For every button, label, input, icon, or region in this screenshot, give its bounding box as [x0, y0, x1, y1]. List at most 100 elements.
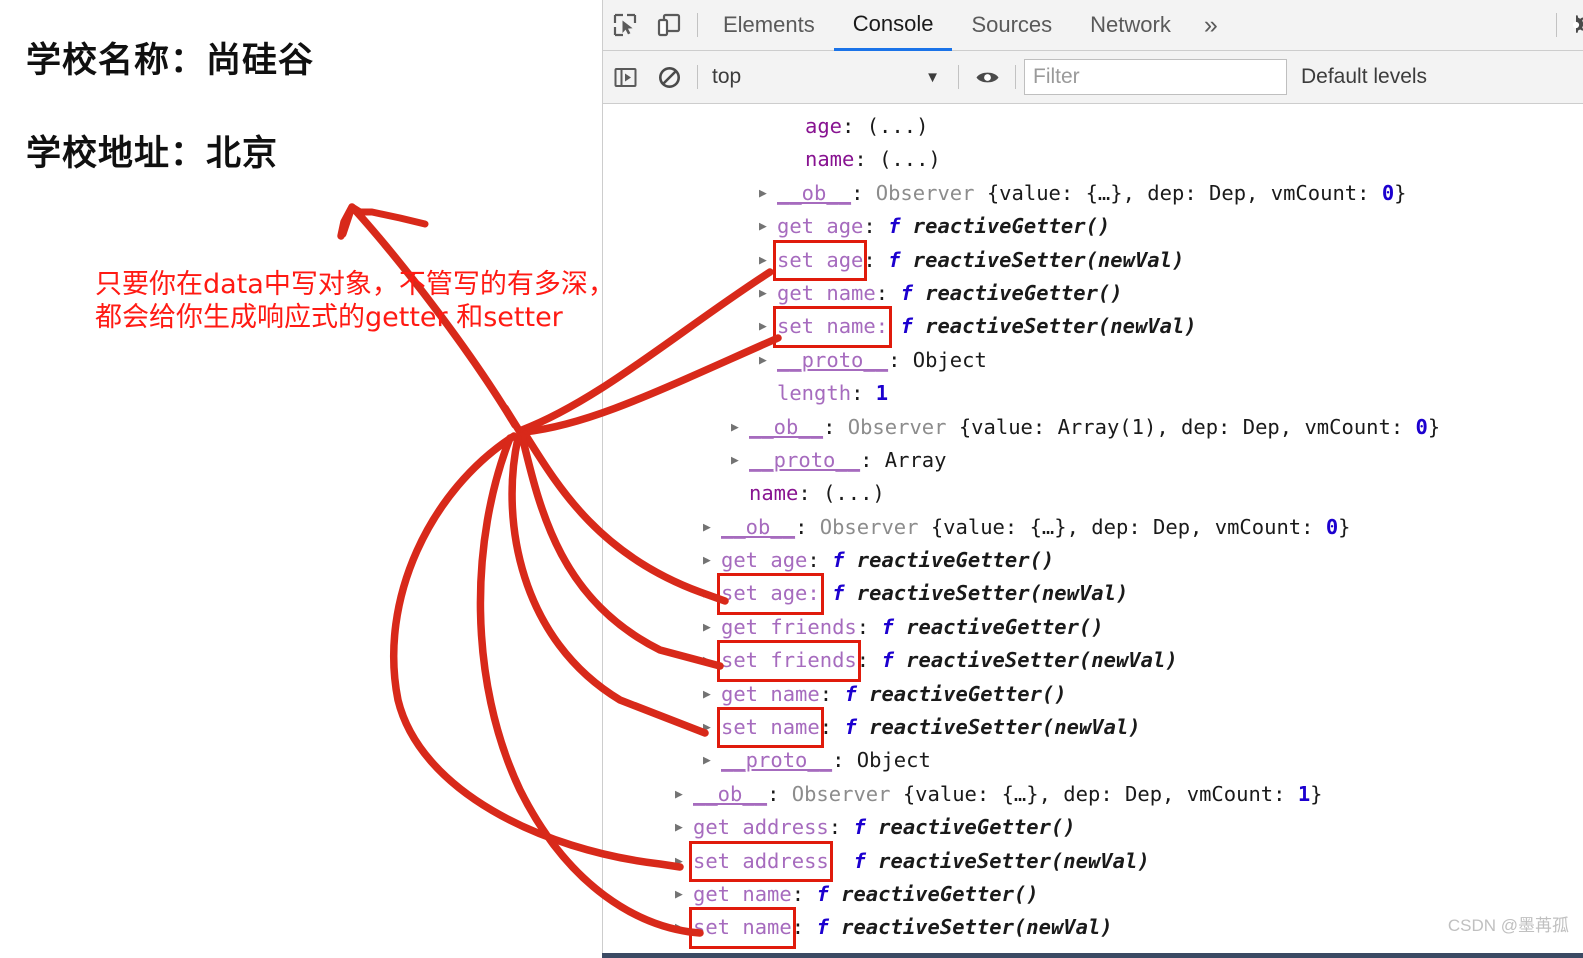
- clear-console-icon[interactable]: [647, 55, 691, 99]
- console-text: Array: [884, 447, 947, 472]
- console-row[interactable]: ▶name: (...): [603, 477, 1583, 510]
- disclosure-triangle-icon[interactable]: ▶: [675, 878, 693, 911]
- console-text: f: [853, 848, 879, 873]
- disclosure-triangle-icon[interactable]: ▶: [759, 310, 777, 343]
- console-row[interactable]: ▶ set address f reactiveSetter(newVal): [603, 840, 1583, 883]
- console-text: get name: [693, 881, 792, 906]
- disclosure-triangle-icon[interactable]: ▶: [703, 611, 721, 644]
- console-row[interactable]: ▶ __ob__: Observer {value: {…}, dep: Dep,…: [603, 778, 1583, 811]
- tab-elements-label: Elements: [723, 12, 815, 37]
- console-row[interactable]: ▶ __ob__: Observer {value: {…}, dep: Dep,…: [603, 511, 1583, 544]
- red-annotation-text: 只要你在data中写对象，不管写的有多深， 都会给你生成响应式的getter 和…: [95, 268, 735, 334]
- console-row[interactable]: ▶ __proto__: Object: [603, 344, 1583, 377]
- console-row[interactable]: ▶ get address: f reactiveGetter(): [603, 811, 1583, 844]
- console-text: (...): [866, 114, 929, 138]
- console-text: :: [851, 381, 876, 406]
- console-text: :: [856, 648, 882, 673]
- inspect-element-icon[interactable]: [603, 3, 647, 47]
- console-row[interactable]: ▶ get age: f reactiveGetter(): [603, 544, 1583, 577]
- tab-elements[interactable]: Elements: [704, 0, 834, 51]
- console-row[interactable]: ▶ get age: f reactiveGetter(): [603, 210, 1583, 243]
- console-text: reactiveSetter(newVal): [878, 848, 1150, 873]
- console-row[interactable]: ▶ get friends: f reactiveGetter(): [603, 611, 1583, 644]
- console-text: ), dep:: [1143, 414, 1243, 439]
- console-row[interactable]: ▶ set age: f reactiveSetter(newVal): [603, 573, 1583, 615]
- console-row[interactable]: ▶ __ob__: Observer {value: Array(1), dep:…: [603, 411, 1583, 444]
- disclosure-triangle-icon[interactable]: ▶: [759, 244, 777, 277]
- console-text: reactiveGetter(): [878, 815, 1076, 840]
- disclosure-triangle-icon[interactable]: ▶: [703, 644, 721, 677]
- console-text: __ob__: [749, 414, 824, 439]
- console-text: :: [823, 414, 848, 439]
- console-text: :: [856, 614, 882, 639]
- disclosure-triangle-icon[interactable]: ▶: [703, 711, 721, 744]
- gear-icon[interactable]: [1563, 3, 1583, 47]
- console-text: 0: [1381, 180, 1395, 205]
- disclosure-triangle-icon[interactable]: ▶: [731, 411, 749, 444]
- console-row[interactable]: ▶ __proto__: Array: [603, 444, 1583, 477]
- console-text: :: [854, 147, 880, 172]
- console-row[interactable]: ▶ set name: f reactiveSetter(newVal): [603, 706, 1583, 749]
- disclosure-triangle-icon[interactable]: ▶: [703, 678, 721, 711]
- execution-context-label: top: [712, 65, 742, 88]
- console-text: reactiveSetter(newVal): [912, 247, 1185, 272]
- console-text: 1: [1131, 414, 1144, 439]
- disclosure-triangle-icon[interactable]: ▶: [675, 845, 693, 878]
- disclosure-triangle-icon[interactable]: ▶: [731, 444, 749, 477]
- console-row[interactable]: ▶name: (...): [603, 143, 1583, 176]
- highlighted-setter-key: set age:: [717, 573, 824, 615]
- console-row[interactable]: ▶ get name: f reactiveGetter(): [603, 277, 1583, 310]
- disclosure-triangle-icon[interactable]: ▶: [759, 344, 777, 377]
- console-text: __proto__: [777, 347, 889, 372]
- console-text: reactiveSetter(newVal): [925, 314, 1197, 339]
- device-toolbar-icon[interactable]: [647, 3, 691, 47]
- console-row[interactable]: ▶ set name: f reactiveSetter(newVal): [603, 306, 1583, 348]
- console-text: __proto__: [721, 748, 833, 773]
- console-row[interactable]: ▶length: 1: [603, 377, 1583, 410]
- highlighted-setter-key: set address: [689, 840, 833, 883]
- filterbar-divider-1: [697, 65, 698, 89]
- disclosure-triangle-icon[interactable]: ▶: [703, 511, 721, 544]
- disclosure-triangle-icon[interactable]: ▶: [675, 811, 693, 844]
- tab-sources[interactable]: Sources: [952, 0, 1071, 51]
- console-row[interactable]: ▶ get name: f reactiveGetter(): [603, 878, 1583, 911]
- console-text: }: [1338, 514, 1351, 539]
- console-text: age: [805, 114, 843, 138]
- disclosure-triangle-icon[interactable]: ▶: [703, 744, 721, 777]
- console-row[interactable]: ▶ __ob__: Observer {value: {…}, dep: Dep,…: [603, 177, 1583, 210]
- console-text: f: [853, 815, 879, 840]
- tab-network[interactable]: Network: [1071, 0, 1190, 51]
- execution-context-selector[interactable]: top ▼: [704, 65, 952, 89]
- school-address-text: 学校地址：北京: [26, 134, 279, 174]
- console-text: f: [888, 247, 913, 272]
- console-text: f: [881, 614, 907, 639]
- console-output-list[interactable]: ▶age: (...)▶name: (...)▶__ob__: Observer…: [603, 104, 1583, 958]
- disclosure-triangle-icon[interactable]: ▶: [759, 277, 777, 310]
- console-text: :: [863, 214, 889, 239]
- console-text: get address: [693, 815, 829, 840]
- disclosure-triangle-icon[interactable]: ▶: [759, 177, 777, 210]
- console-row[interactable]: ▶ set age: f reactiveSetter(newVal): [603, 239, 1583, 282]
- console-row[interactable]: ▶ get name: f reactiveGetter(): [603, 678, 1583, 711]
- console-row[interactable]: ▶ set friends: f reactiveSetter(newVal): [603, 640, 1583, 682]
- devtools-panel: Elements Console Sources Network » top ▼…: [602, 0, 1583, 958]
- console-text: Observer: [875, 180, 987, 205]
- console-text: __ob__: [777, 180, 852, 205]
- console-row[interactable]: ▶age: (...): [603, 110, 1583, 143]
- console-text: Observer: [819, 514, 931, 539]
- console-row[interactable]: ▶ __proto__: Object: [603, 744, 1583, 777]
- more-tabs-icon[interactable]: »: [1190, 12, 1232, 38]
- disclosure-triangle-icon[interactable]: ▶: [703, 544, 721, 577]
- disclosure-triangle-icon[interactable]: ▶: [675, 778, 693, 811]
- console-sidebar-icon[interactable]: [603, 55, 647, 99]
- console-text: :: [795, 514, 820, 539]
- console-row[interactable]: ▶ set name: f reactiveSetter(newVal): [603, 907, 1583, 949]
- disclosure-triangle-icon[interactable]: ▶: [759, 210, 777, 243]
- console-filter-input[interactable]: [1024, 59, 1287, 95]
- console-text: , vmCount:: [1246, 180, 1382, 205]
- log-levels-selector[interactable]: Default levels: [1301, 65, 1427, 89]
- disclosure-triangle-icon[interactable]: ▶: [703, 577, 721, 610]
- live-expression-icon[interactable]: [965, 55, 1009, 99]
- tab-console[interactable]: Console: [833, 0, 953, 51]
- disclosure-triangle-icon[interactable]: ▶: [675, 911, 693, 944]
